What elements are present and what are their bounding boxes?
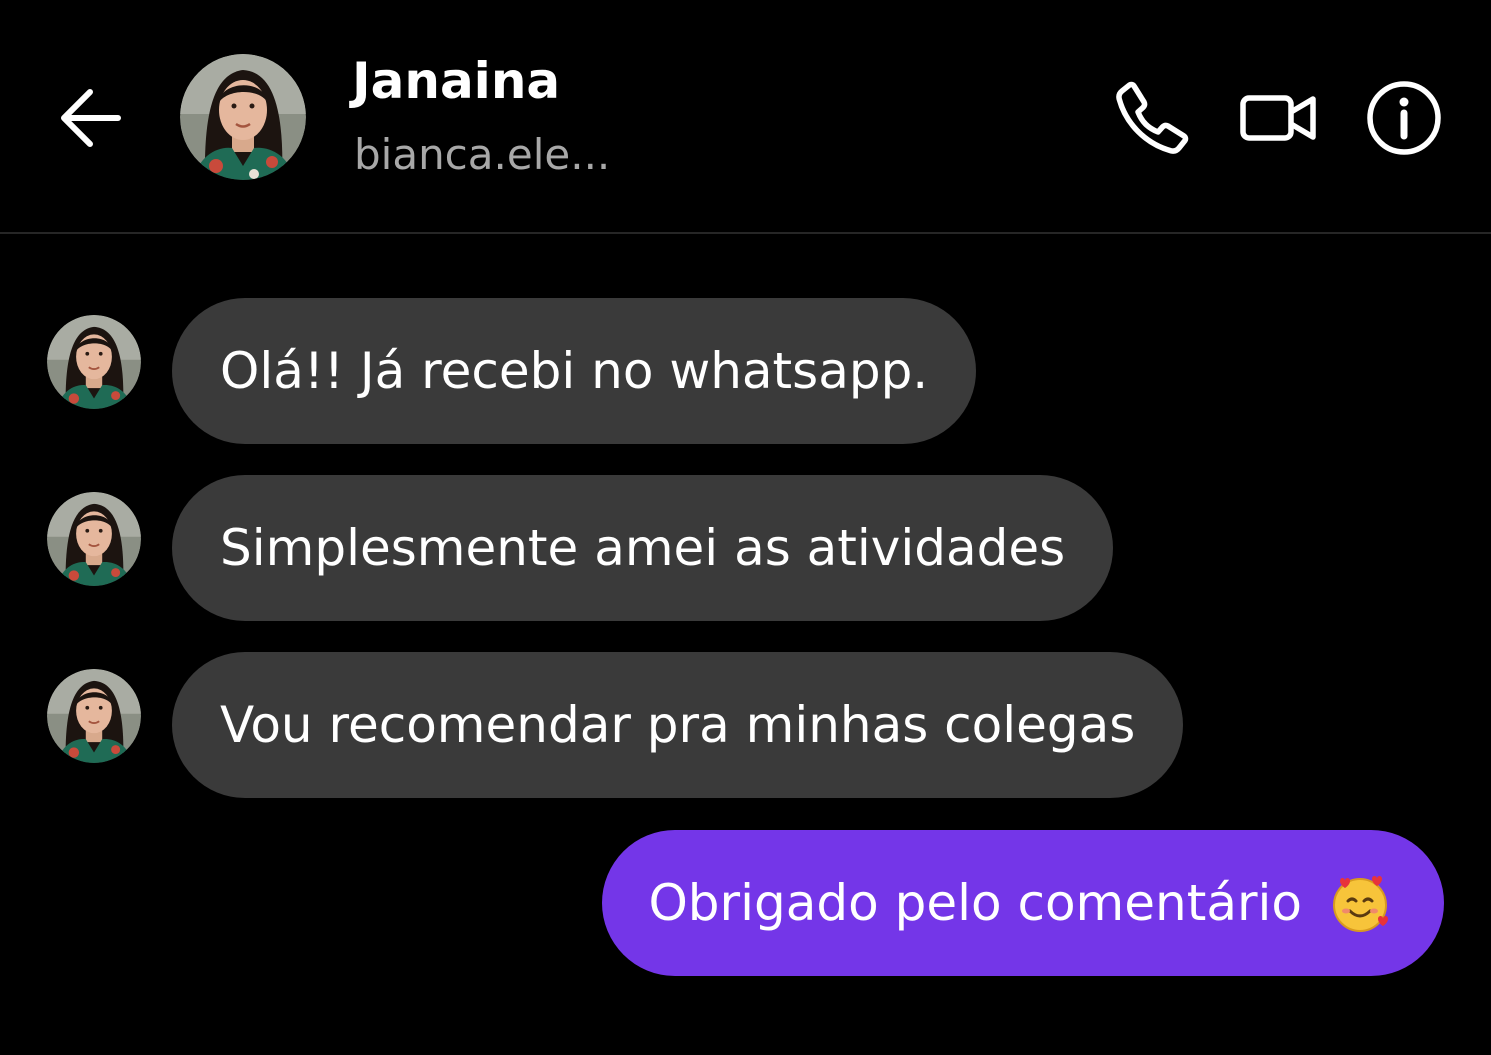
contact-name[interactable]: Janaina [352,52,560,110]
info-icon [1367,81,1441,155]
chat-screen: Janaina bianca.ele... Olá!! Já recebi no… [0,0,1491,1055]
back-button[interactable] [56,84,124,152]
chat-header: Janaina bianca.ele... [0,0,1491,234]
arrow-left-icon [61,89,121,147]
info-button[interactable] [1364,78,1444,158]
message-bubble-outgoing[interactable]: Obrigado pelo comentário [602,830,1444,976]
message-text: Vou recomendar pra minhas colegas [220,696,1136,754]
phone-icon [1116,81,1189,154]
message-text: Obrigado pelo comentário [648,874,1302,932]
contact-avatar[interactable] [180,54,306,180]
smiling-face-with-hearts-icon [1333,876,1388,932]
message-bubble-incoming[interactable]: Simplesmente amei as atividades [172,475,1114,621]
message-bubble-incoming[interactable]: Olá!! Já recebi no whatsapp. [172,298,977,444]
sender-avatar[interactable] [47,315,141,409]
contact-username[interactable]: bianca.ele... [354,130,610,179]
message-bubble-incoming[interactable]: Vou recomendar pra minhas colegas [172,652,1184,798]
message-text: Olá!! Já recebi no whatsapp. [220,342,929,400]
message-text: Simplesmente amei as atividades [220,519,1066,577]
sender-avatar[interactable] [47,492,141,586]
voice-call-button[interactable] [1112,78,1192,158]
sender-avatar[interactable] [47,669,141,763]
video-call-button[interactable] [1238,78,1318,158]
video-camera-icon [1240,95,1316,141]
